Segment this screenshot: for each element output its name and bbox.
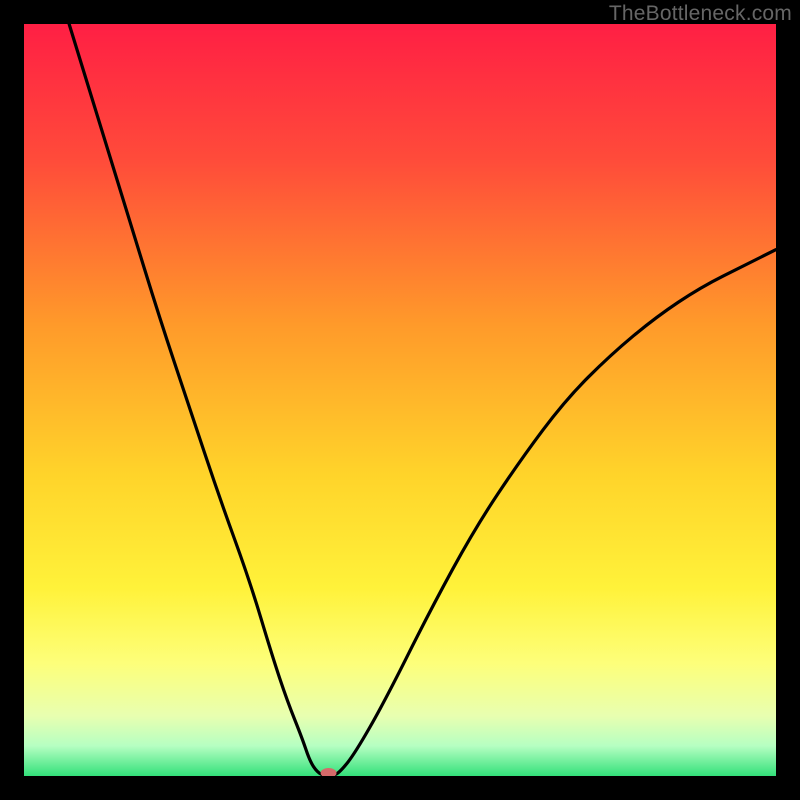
bottleneck-chart	[24, 24, 776, 776]
gradient-background	[24, 24, 776, 776]
chart-frame	[24, 24, 776, 776]
watermark-text: TheBottleneck.com	[609, 2, 792, 26]
